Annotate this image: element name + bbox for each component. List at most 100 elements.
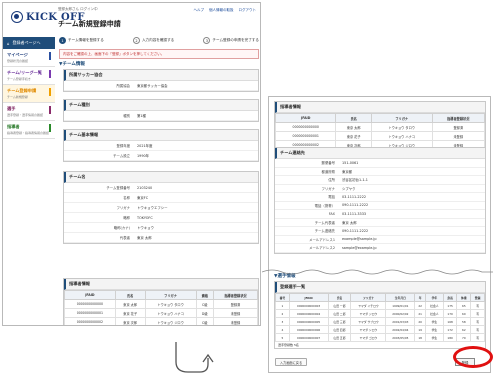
section-title: ▼チーム情報 [59,62,85,67]
column-header: フリガナ [144,290,197,300]
kv-key: 代表者 [119,236,130,240]
table-cell: 2003/05/05 [385,333,416,342]
kv-row: 電話 03-1111-2222 [275,193,485,202]
kv-value: 東京都 [342,169,353,174]
column-header: JFAID [274,113,337,123]
kv-row: 種別 第1種 [64,111,258,121]
column-header: 氏名 [114,290,146,300]
table-cell: 70 [456,333,472,342]
contact-box: チーム連絡先 郵便番号 151-0061 都道府県 東京都 住所 渋谷区初台1-1-1… [274,147,486,254]
table-cell: 東京 太郎 [335,122,372,132]
kv-row: フリガナ シブヤク [275,185,485,193]
sidebar-item-team-register[interactable]: チーム登録申請 チーム新規登録 [3,85,55,103]
column-header: 氏名 [327,293,352,302]
table-cell: 2002/04/04 [385,325,416,334]
column-header: 資格 [195,290,214,300]
table-cell: トウキョウ ジロウ [144,317,197,325]
table-header-row: 番号 JFAID 氏名 フリガナ 生年月日 年 学年 身長 体重 登録 [275,293,485,302]
column-header: 生年月日 [385,293,416,302]
step-number: 2 [132,37,140,44]
table-cell: 有 [470,301,485,310]
basic-box: チーム基本情報 登録年度 2021年度 チーム設立 1990年 [63,129,259,162]
kv-row: チーム登録番号 2103240 [64,183,258,193]
sidebar-item-sub: チーム新規登録 [7,95,28,99]
kv-row: メールアドレス2 sample@example.jp [275,244,485,253]
staff-table: JFAID 氏名 フリガナ 指導者登録状況 0000000000000 東京 太… [274,113,486,150]
progress-steps: 1 チーム情報を登録する 2 入力内容を確認する 3 チーム登録の申請を完了する [59,37,259,44]
sidebar: ⌂ 登録者ページへ マイページ 登録状況の確認 チーム/リーグ一覧 チーム登録手… [3,37,55,139]
sidebar-item-label: 指導者 [7,124,20,129]
sidebar-head[interactable]: ⌂ 登録者ページへ [3,37,55,49]
sidebar-head-label: 登録者ページへ [12,40,41,45]
column-header: JFAID [288,293,329,302]
kv-row: メールアドレス1 example@sample.jp [275,236,485,244]
table-cell: 未登録 [212,308,259,318]
table-cell: 未登録 [431,131,486,141]
kv-key: チーム登録番号 [106,186,130,190]
kv-value: トウキョウエフシー [137,206,168,210]
kv-value: 03-1111-2222 [342,194,367,199]
table-cell: 60 [456,309,472,318]
table-cell: 東京 次郎 [114,317,146,325]
table-cell: 東京 花子 [335,131,372,141]
kv-value: 2021年度 [137,144,153,148]
table-cell: 172 [442,325,458,334]
sidebar-item-coaches[interactable]: 指導者 指導者登録・指導者情報の確認 [3,121,55,139]
logout-link[interactable]: ログアウト [239,8,257,13]
help-link[interactable]: ヘルプ [194,8,205,13]
box-title: 指導者情報 [64,279,258,290]
kv-row: 電話（携帯） 090-1111-2222 [275,202,485,210]
table-cell: 0000000000007 [288,333,329,342]
table-cell: C級 [195,317,214,325]
sidebar-item-players[interactable]: 選手 選手登録・選手情報の確認 [3,103,55,121]
sidebar-color-bar [48,106,51,114]
column-header: 氏名 [335,113,372,123]
notice-message: 内容をご確認の上、画面下の「登録」ボタンを押してください。 [59,49,259,59]
kv-key: フリガナ [321,186,335,191]
kv-value: 151-0061 [342,160,359,165]
sidebar-item-mypage[interactable]: マイページ 登録状況の確認 [3,49,55,67]
table-cell: 山田 一郎 [327,301,352,310]
sidebar-item-sub: 登録状況の確認 [7,59,29,63]
kv-key: FAX [328,211,335,216]
players-box: 登録選手一覧 番号 JFAID 氏名 フリガナ 生年月日 年 学年 身長 体重 … [274,281,486,349]
kv-row: 郵便番号 151-0061 [275,159,485,168]
table-header-row: JFAID 氏名 フリガナ 資格 指導者登録状況 [64,290,259,300]
table-row: 2 0000000000004 山田 二郎 ヤマダ ジロウ 2000/02/02 21 社会… [275,309,485,318]
kv-key: 略称 [123,216,130,220]
input-page-screenshot: KICK OFF 登録太郎さん ログイン中 ヘルプ 個人情報の取扱 ログアウト … [2,2,261,326]
table-cell: 0000000000005 [288,317,329,326]
table-cell: 0000000000002 [64,317,116,325]
table-row: 0000000000000 東京 太郎 トウキョウ タロウ C級 登録済 [64,299,259,309]
kv-row: 都道府県 東京都 [275,168,485,176]
kv-row: チーム設立 1990年 [64,151,258,161]
table-cell: 20 [414,317,427,326]
kv-key: メールアドレス1 [309,237,335,242]
table-cell: 19 [414,325,427,334]
kv-row: 住所 渋谷区初台1-1-1 [275,176,485,185]
kv-row: 所属協会 東京都サッカー協会 [64,81,258,91]
table-cell: ヤマダ ジロウ [350,309,387,318]
back-button[interactable]: 入力画面に戻る [275,358,307,366]
kv-value: 090-1111-2222 [342,203,369,208]
column-header: 番号 [275,293,290,302]
sidebar-item-team-list[interactable]: チーム/リーグ一覧 チーム登録手続き [3,67,55,85]
table-cell: 山田 四郎 [327,325,352,334]
table-cell: 山田 五郎 [327,333,352,342]
sidebar-item-label: チーム登録申請 [7,88,37,93]
step-label: チーム登録の申請を完了する [212,38,259,42]
table-cell: C級 [195,299,214,309]
privacy-link[interactable]: 個人情報の取扱 [209,8,234,13]
table-cell: 学生 [425,325,444,334]
table-cell: ヤマダ シロウ [350,325,387,334]
table-cell: 有 [470,325,485,334]
kv-value: 第1種 [137,114,146,118]
table-cell: トウキョウ ハナコ [370,131,433,141]
column-header: 年 [414,293,427,302]
table-cell: 0000000000003 [288,301,329,310]
name-box: チーム名 チーム登録番号 2103240 名称 東京FC フリガナ トウキョウエフシー… [63,171,259,244]
staff-box: 指導者情報 JFAID 氏名 フリガナ 資格 指導者登録状況 000000000… [63,278,259,325]
curved-arrow-icon [175,342,214,373]
table-row: 5 0000000000007 山田 五郎 ヤマダ ゴロウ 2003/05/05 18 学生… [275,333,485,342]
column-header: 身長 [442,293,458,302]
